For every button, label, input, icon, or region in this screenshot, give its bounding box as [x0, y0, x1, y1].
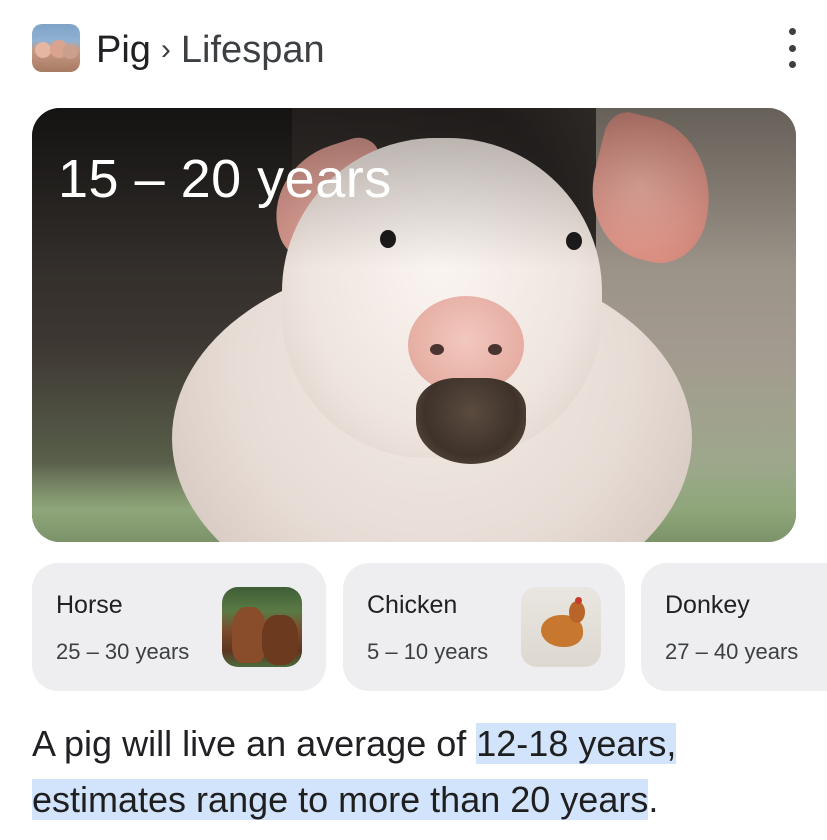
horse-photo — [222, 587, 302, 667]
more-vert-icon[interactable] — [776, 28, 808, 68]
breadcrumb-separator: › — [160, 33, 171, 66]
answer-highlight-1: 12-18 years, — [476, 723, 677, 764]
pig-thumbnail[interactable] — [32, 24, 80, 72]
chicken-photo — [521, 587, 601, 667]
card-lifespan: 25 – 30 years — [56, 639, 190, 664]
card-lifespan: 27 – 40 years — [665, 639, 799, 664]
lifespan-title: 15 – 20 years — [58, 149, 392, 209]
breadcrumb-entity[interactable]: Pig — [96, 29, 151, 72]
answer-suffix: . — [648, 779, 659, 820]
card-lifespan: 5 – 10 years — [367, 639, 489, 664]
header: Pig › Lifespan — [0, 0, 827, 100]
answer-highlight-2: estimates range to more than 20 years — [32, 779, 649, 820]
card-name: Horse — [56, 591, 123, 619]
breadcrumb-attribute: Lifespan — [180, 28, 325, 71]
card-name: Donkey — [665, 591, 750, 619]
related-card-donkey[interactable]: Donkey 27 – 40 years — [641, 563, 827, 691]
related-card-horse[interactable]: Horse 25 – 30 years — [32, 563, 326, 691]
answer-text: A pig will live an average of 12-18 year… — [32, 716, 812, 828]
card-name: Chicken — [367, 591, 458, 619]
answer-prefix: A pig will live an average of — [32, 723, 477, 764]
related-card-chicken[interactable]: Chicken 5 – 10 years — [343, 563, 625, 691]
breadcrumb: Pig › Lifespan — [96, 26, 325, 74]
